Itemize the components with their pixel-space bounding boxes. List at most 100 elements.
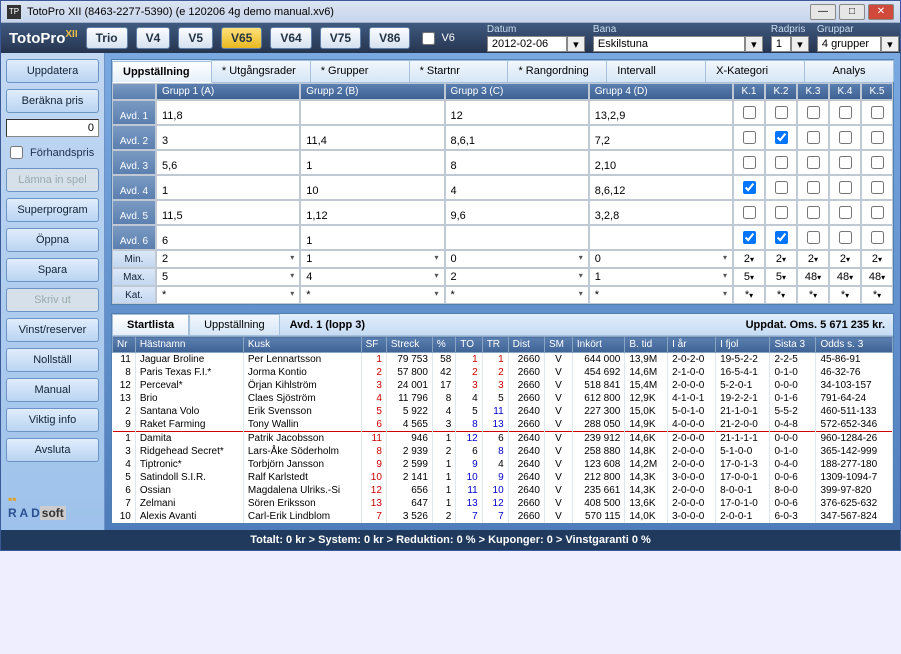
col-header[interactable]: B. tid (625, 337, 668, 353)
mode-v86[interactable]: V86 (369, 27, 410, 49)
v6-checkbox[interactable]: V6 (418, 29, 454, 48)
avd-4-k5[interactable] (871, 181, 884, 194)
table-row[interactable]: 1DamitaPatrik Jacobsson1194611262640V239… (113, 432, 893, 446)
avd-4-k4[interactable] (839, 181, 852, 194)
col-header[interactable]: Kusk (243, 337, 361, 353)
avd-1-k1[interactable] (743, 106, 756, 119)
avd-3-input[interactable] (451, 160, 583, 172)
min-cell[interactable]: 2▾ (156, 250, 300, 268)
avd-2-input[interactable] (595, 135, 727, 147)
avd-3-k4[interactable] (839, 156, 852, 169)
avd-3-k2[interactable] (775, 156, 788, 169)
min-cell[interactable]: 2▾ (829, 250, 861, 268)
setup-tab-1[interactable]: * Utgångsrader (211, 60, 311, 82)
max-cell[interactable]: 48▾ (829, 268, 861, 286)
setup-tab-3[interactable]: * Startnr (409, 60, 509, 82)
maximize-button[interactable]: □ (839, 4, 865, 20)
col-header[interactable]: I år (668, 337, 716, 353)
max-cell[interactable]: 48▾ (797, 268, 829, 286)
kat-cell[interactable]: *▾ (765, 286, 797, 304)
kat-cell[interactable]: *▾ (829, 286, 861, 304)
minimize-button[interactable]: — (810, 4, 836, 20)
col-header[interactable]: Odds s. 3 (816, 337, 893, 353)
manual-button[interactable]: Manual (6, 378, 99, 402)
open-button[interactable]: Öppna (6, 228, 99, 252)
avd-2-k5[interactable] (871, 131, 884, 144)
min-cell[interactable]: 2▾ (861, 250, 893, 268)
mode-v64[interactable]: V64 (270, 27, 311, 49)
avd-1-input[interactable] (451, 110, 583, 122)
date-input[interactable] (487, 36, 567, 52)
tab-startlista[interactable]: Startlista (112, 314, 189, 335)
table-row[interactable]: 3Ridgehead Secret*Lars-Åke Söderholm82 9… (113, 445, 893, 458)
avd-2-k2[interactable] (775, 131, 788, 144)
close-button[interactable]: ✕ (868, 4, 894, 20)
min-cell[interactable]: 2▾ (797, 250, 829, 268)
avd-1-k4[interactable] (839, 106, 852, 119)
min-cell[interactable]: 2▾ (765, 250, 797, 268)
avd-1-input[interactable] (162, 110, 294, 122)
avd-5-k5[interactable] (871, 206, 884, 219)
table-row[interactable]: 5Satindoll S.I.R.Ralf Karlstedt102 14111… (113, 471, 893, 484)
col-header[interactable]: % (432, 337, 455, 353)
min-cell[interactable]: 0▾ (589, 250, 733, 268)
max-cell[interactable]: 48▾ (861, 268, 893, 286)
print-button[interactable]: Skriv ut (6, 288, 99, 312)
table-row[interactable]: 9Raket FarmingTony Wallin64 56538132660V… (113, 418, 893, 432)
mode-v4[interactable]: V4 (136, 27, 171, 49)
avd-1-input[interactable] (595, 110, 727, 122)
avd-4-input[interactable] (306, 185, 438, 197)
gruppar-dropdown[interactable]: ▾ (881, 36, 899, 52)
avd-1-input[interactable] (306, 110, 438, 122)
col-header[interactable]: I fjol (716, 337, 770, 353)
kat-cell[interactable]: *▾ (861, 286, 893, 304)
avd-2-k4[interactable] (839, 131, 852, 144)
track-dropdown[interactable]: ▾ (745, 36, 763, 52)
table-row[interactable]: 12Perceval*Örjan Kihlström324 0011733266… (113, 379, 893, 392)
mode-v75[interactable]: V75 (320, 27, 361, 49)
mode-v5[interactable]: V5 (178, 27, 213, 49)
max-cell[interactable]: 5▾ (156, 268, 300, 286)
avd-2-input[interactable] (306, 135, 438, 147)
avd-5-input[interactable] (451, 210, 583, 222)
avd-5-k4[interactable] (839, 206, 852, 219)
avd-1-k3[interactable] (807, 106, 820, 119)
avd-5-input[interactable] (306, 210, 438, 222)
important-info-button[interactable]: Viktig info (6, 408, 99, 432)
avd-4-k3[interactable] (807, 181, 820, 194)
kat-cell[interactable]: *▾ (797, 286, 829, 304)
track-input[interactable] (593, 36, 745, 52)
avd-1-k5[interactable] (871, 106, 884, 119)
avd-2-input[interactable] (451, 135, 583, 147)
setup-tab-5[interactable]: Intervall (606, 60, 706, 82)
gruppar-input[interactable] (817, 36, 881, 52)
avd-5-input[interactable] (162, 210, 294, 222)
submit-bet-button[interactable]: Lämna in spel (6, 168, 99, 192)
col-header[interactable]: SM (544, 337, 572, 353)
avd-3-k3[interactable] (807, 156, 820, 169)
table-row[interactable]: 13BrioClaes Sjöström411 7968452660V612 8… (113, 392, 893, 405)
avd-6-k4[interactable] (839, 231, 852, 244)
calc-price-button[interactable]: Beräkna pris (6, 89, 99, 113)
col-header[interactable]: Nr (113, 337, 136, 353)
max-cell[interactable]: 4▾ (300, 268, 444, 286)
table-row[interactable]: 8Paris Texas F.I.*Jorma Kontio257 800422… (113, 366, 893, 379)
avd-6-k5[interactable] (871, 231, 884, 244)
col-header[interactable]: Inkört (572, 337, 624, 353)
max-cell[interactable]: 5▾ (765, 268, 797, 286)
col-header[interactable]: Hästnamn (135, 337, 243, 353)
avd-4-k1[interactable] (743, 181, 756, 194)
reset-button[interactable]: Nollställ (6, 348, 99, 372)
mode-trio[interactable]: Trio (86, 27, 128, 49)
setup-tab-6[interactable]: X-Kategori (705, 60, 805, 82)
avd-4-input[interactable] (451, 185, 583, 197)
tab-uppstallning[interactable]: Uppställning (189, 314, 280, 335)
date-dropdown[interactable]: ▾ (567, 36, 585, 52)
max-cell[interactable]: 2▾ (445, 268, 589, 286)
table-row[interactable]: 2Santana VoloErik Svensson55 92245112640… (113, 405, 893, 418)
avd-4-input[interactable] (595, 185, 727, 197)
col-header[interactable]: Streck (386, 337, 432, 353)
setup-tab-7[interactable]: Analys (804, 60, 894, 82)
avd-4-k2[interactable] (775, 181, 788, 194)
avd-5-k3[interactable] (807, 206, 820, 219)
